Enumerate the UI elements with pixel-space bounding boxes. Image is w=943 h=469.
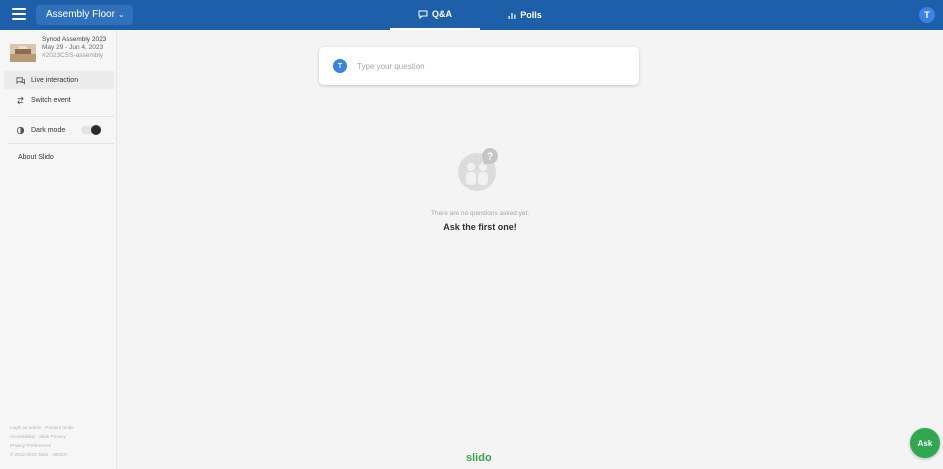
dark-mode-toggle-row[interactable]: Dark mode bbox=[4, 121, 114, 139]
no-questions-illustration-icon: ? bbox=[458, 148, 498, 191]
event-switcher-button[interactable]: Assembly Floor ⌄ bbox=[36, 5, 133, 25]
sidebar-item-live-interaction[interactable]: Live interaction bbox=[4, 71, 114, 89]
user-avatar[interactable]: T bbox=[919, 7, 935, 23]
divider bbox=[8, 116, 114, 117]
privacy-preferences-link[interactable]: Privacy Preferences bbox=[10, 443, 51, 448]
sidebar-item-switch-event[interactable]: Switch event bbox=[4, 91, 114, 109]
event-card: Synod Assembly 2023 May 29 - Jun 4, 2023… bbox=[10, 36, 106, 62]
sidebar: Synod Assembly 2023 May 29 - Jun 4, 2023… bbox=[0, 30, 117, 469]
tab-qa-label: Q&A bbox=[432, 9, 452, 19]
about-slido-link[interactable]: About Slido bbox=[18, 154, 54, 161]
hamburger-menu-icon[interactable] bbox=[12, 8, 26, 22]
sidebar-footer: Login as admin · Present mode Accessibil… bbox=[10, 425, 74, 457]
dark-mode-switch[interactable] bbox=[81, 125, 102, 135]
switch-icon bbox=[17, 96, 24, 104]
tab-polls-label: Polls bbox=[520, 10, 542, 20]
empty-state-text: There are no questions asked yet. bbox=[430, 210, 530, 217]
chevron-down-icon: ⌄ bbox=[117, 10, 125, 19]
event-thumbnail bbox=[10, 44, 36, 62]
sidebar-item-label: Switch event bbox=[31, 96, 71, 104]
tab-polls[interactable]: Polls bbox=[480, 0, 570, 30]
question-input[interactable] bbox=[355, 60, 619, 72]
event-hashtag: #2023CSS-assembly bbox=[42, 52, 104, 59]
event-dates: May 29 - Jun 4, 2023 bbox=[42, 44, 104, 51]
svg-text:?: ? bbox=[487, 152, 493, 163]
main-content: T ? There are no questions asked yet. As… bbox=[117, 30, 943, 469]
question-box[interactable]: T bbox=[319, 47, 639, 85]
user-avatar: T bbox=[333, 59, 347, 73]
bar-chart-icon bbox=[508, 13, 516, 19]
dark-mode-label: Dark mode bbox=[31, 126, 66, 134]
accessibility-link[interactable]: Accessibility bbox=[10, 434, 35, 439]
tab-qa[interactable]: Q&A bbox=[390, 0, 480, 30]
login-admin-link[interactable]: Login as admin bbox=[10, 425, 41, 430]
copyright-text: © 2012-2023 Slido · 498237 bbox=[10, 452, 68, 457]
privacy-link[interactable]: Slido Privacy bbox=[39, 434, 66, 439]
sidebar-item-label: Live interaction bbox=[31, 76, 79, 84]
top-bar: Assembly Floor ⌄ Q&A Polls T bbox=[0, 0, 943, 30]
present-mode-link[interactable]: Present mode bbox=[45, 425, 74, 430]
event-details: Synod Assembly 2023 May 29 - Jun 4, 2023… bbox=[42, 36, 106, 62]
divider bbox=[8, 143, 114, 144]
speech-bubble-icon bbox=[418, 10, 428, 19]
event-title: Synod Assembly 2023 bbox=[42, 36, 107, 43]
chat-icon bbox=[16, 76, 25, 85]
slido-logo: slido bbox=[466, 452, 492, 464]
contrast-icon bbox=[16, 126, 25, 134]
ask-button[interactable]: Ask bbox=[910, 428, 940, 458]
event-name: Assembly Floor bbox=[46, 9, 115, 20]
empty-state-cta: Ask the first one! bbox=[443, 222, 517, 232]
